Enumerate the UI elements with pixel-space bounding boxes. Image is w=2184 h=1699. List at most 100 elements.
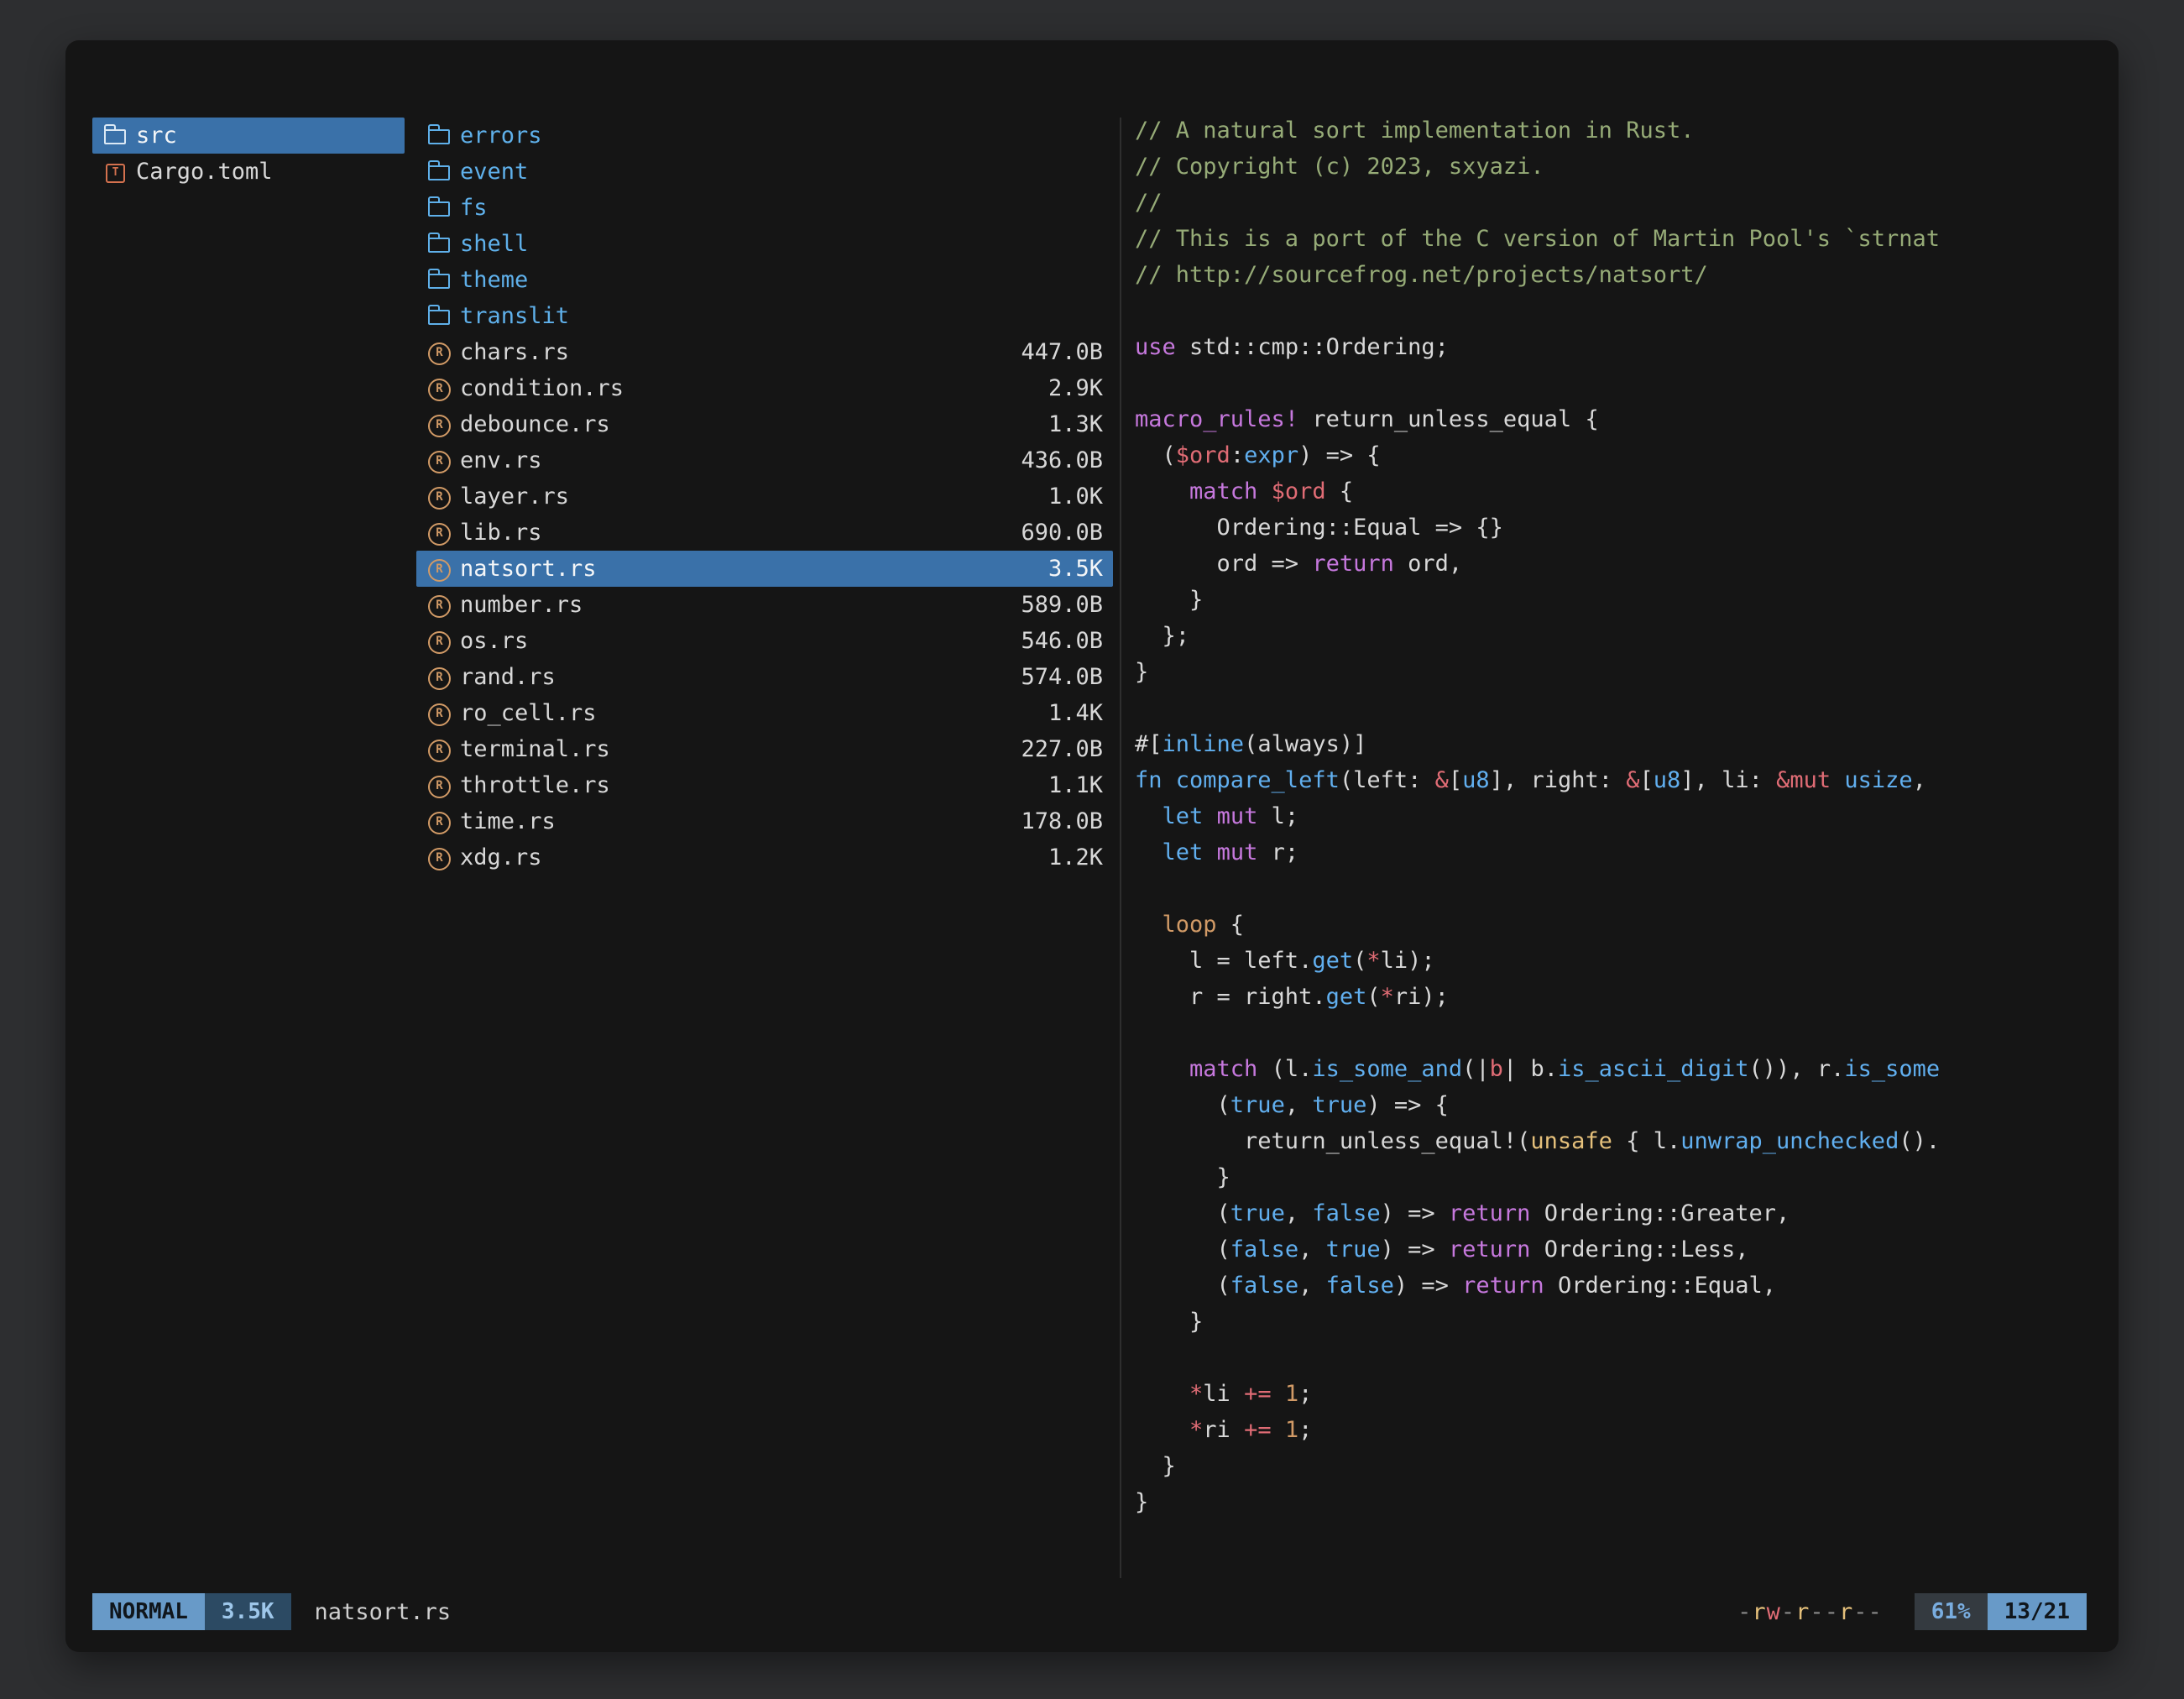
- current-pane: errors event fs shell theme: [416, 118, 1113, 1578]
- code-line: (true, false) => return Ordering::Greate…: [1135, 1200, 2087, 1236]
- file-name: condition.rs: [460, 375, 624, 401]
- code-line: [1135, 370, 2087, 406]
- scroll-percent-badge: 61%: [1915, 1593, 1988, 1630]
- file-row[interactable]: throttle.rs 1.1K: [416, 767, 1113, 803]
- file-row[interactable]: shell: [416, 226, 1113, 262]
- file-row[interactable]: fs: [416, 190, 1113, 226]
- code-line: ($ord:expr) => {: [1135, 442, 2087, 478]
- rust-icon: [426, 334, 460, 370]
- rust-icon: [426, 442, 460, 478]
- file-name: src: [136, 123, 177, 149]
- file-row[interactable]: debounce.rs 1.3K: [416, 406, 1113, 442]
- rust-icon: [426, 587, 460, 623]
- file-row[interactable]: src: [92, 118, 405, 154]
- status-bar: NORMAL 3.5K natsort.rs -rw-r--r-- 61% 13…: [92, 1593, 2087, 1630]
- file-row[interactable]: layer.rs 1.0K: [416, 478, 1113, 515]
- code-line: *li += 1;: [1135, 1381, 2087, 1417]
- code-line: [1135, 695, 2087, 731]
- file-size: 1.3K: [1048, 411, 1103, 437]
- code-line: match $ord {: [1135, 478, 2087, 515]
- code-line: *ri += 1;: [1135, 1417, 2087, 1453]
- code-line: [1135, 298, 2087, 334]
- rust-icon: [426, 695, 460, 731]
- rust-icon: [426, 515, 460, 551]
- code-line: (true, true) => {: [1135, 1092, 2087, 1128]
- file-name: rand.rs: [460, 664, 556, 690]
- file-name: time.rs: [460, 808, 556, 834]
- code-line: macro_rules! return_unless_equal {: [1135, 406, 2087, 442]
- code-line: let mut l;: [1135, 803, 2087, 839]
- cursor-position-badge: 13/21: [1988, 1593, 2087, 1630]
- file-size: 1.2K: [1048, 844, 1103, 870]
- file-size: 546.0B: [1021, 628, 1103, 654]
- file-row[interactable]: terminal.rs 227.0B: [416, 731, 1113, 767]
- code-line: return_unless_equal!(unsafe { l.unwrap_u…: [1135, 1128, 2087, 1164]
- file-row[interactable]: number.rs 589.0B: [416, 587, 1113, 623]
- rust-icon: [426, 803, 460, 839]
- file-row[interactable]: xdg.rs 1.2K: [416, 839, 1113, 876]
- file-name: terminal.rs: [460, 736, 610, 762]
- file-name: layer.rs: [460, 484, 569, 510]
- rust-icon: [426, 659, 460, 695]
- file-row[interactable]: translit: [416, 298, 1113, 334]
- code-line: }: [1135, 1453, 2087, 1489]
- folder-icon: [426, 298, 460, 334]
- status-bar-left: NORMAL 3.5K natsort.rs: [92, 1593, 451, 1630]
- file-name: errors: [460, 123, 542, 149]
- code-line: };: [1135, 623, 2087, 659]
- code-line: use std::cmp::Ordering;: [1135, 334, 2087, 370]
- code-line: }: [1135, 587, 2087, 623]
- file-row[interactable]: rand.rs 574.0B: [416, 659, 1113, 695]
- code-line: }: [1135, 1309, 2087, 1345]
- file-row[interactable]: event: [416, 154, 1113, 190]
- status-filename: natsort.rs: [315, 1599, 452, 1625]
- file-row[interactable]: ro_cell.rs 1.4K: [416, 695, 1113, 731]
- parent-pane: src Cargo.toml: [92, 118, 405, 1578]
- status-bar-right: -rw-r--r-- 61% 13/21: [1737, 1593, 2087, 1630]
- code-line: l = left.get(*li);: [1135, 948, 2087, 984]
- file-size: 447.0B: [1021, 339, 1103, 365]
- file-row[interactable]: Cargo.toml: [92, 154, 405, 190]
- file-size: 2.9K: [1048, 375, 1103, 401]
- file-size: 690.0B: [1021, 520, 1103, 546]
- folder-icon: [426, 154, 460, 190]
- code-line: // A natural sort implementation in Rust…: [1135, 118, 2087, 154]
- file-name: xdg.rs: [460, 844, 542, 870]
- file-row[interactable]: env.rs 436.0B: [416, 442, 1113, 478]
- folder-icon: [426, 190, 460, 226]
- code-line: let mut r;: [1135, 839, 2087, 876]
- file-row[interactable]: errors: [416, 118, 1113, 154]
- file-row[interactable]: lib.rs 690.0B: [416, 515, 1113, 551]
- code-line: r = right.get(*ri);: [1135, 984, 2087, 1020]
- code-line: (false, true) => return Ordering::Less,: [1135, 1236, 2087, 1273]
- file-row[interactable]: natsort.rs 3.5K: [416, 551, 1113, 587]
- code-line: }: [1135, 1164, 2087, 1200]
- code-line: //: [1135, 190, 2087, 226]
- file-size: 1.0K: [1048, 484, 1103, 510]
- rust-icon: [426, 551, 460, 587]
- file-row[interactable]: condition.rs 2.9K: [416, 370, 1113, 406]
- file-name: debounce.rs: [460, 411, 610, 437]
- file-size: 1.4K: [1048, 700, 1103, 726]
- file-size: 3.5K: [1048, 556, 1103, 582]
- file-row[interactable]: os.rs 546.0B: [416, 623, 1113, 659]
- file-name: translit: [460, 303, 569, 329]
- code-line: // Copyright (c) 2023, sxyazi.: [1135, 154, 2087, 190]
- code-line: #[inline(always)]: [1135, 731, 2087, 767]
- rust-icon: [426, 406, 460, 442]
- file-permissions: -rw-r--r--: [1737, 1599, 1883, 1625]
- file-row[interactable]: time.rs 178.0B: [416, 803, 1113, 839]
- file-name: theme: [460, 267, 528, 293]
- mode-indicator: NORMAL: [92, 1593, 205, 1630]
- preview-pane[interactable]: // A natural sort implementation in Rust…: [1135, 118, 2087, 1578]
- code-line: }: [1135, 1489, 2087, 1525]
- file-name: lib.rs: [460, 520, 542, 546]
- pane-divider: [1120, 118, 1121, 1578]
- file-row[interactable]: chars.rs 447.0B: [416, 334, 1113, 370]
- code-line: [1135, 1020, 2087, 1056]
- rust-icon: [426, 731, 460, 767]
- file-row[interactable]: theme: [416, 262, 1113, 298]
- file-name: chars.rs: [460, 339, 569, 365]
- file-name: shell: [460, 231, 528, 257]
- file-name: fs: [460, 195, 488, 221]
